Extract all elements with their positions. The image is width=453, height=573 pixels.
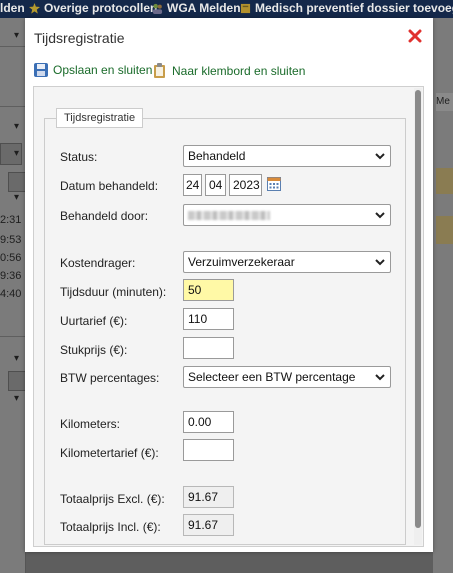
- chevron-down-icon: ▾: [14, 121, 20, 132]
- kilometertarief-label: Kilometertarief (€):: [60, 446, 159, 460]
- fieldset-legend: Tijdsregistratie: [56, 108, 144, 128]
- background-top-menu: lden Overige protocollen WGA Melden Medi…: [0, 0, 453, 18]
- copy-to-clipboard-label: Naar klembord en sluiten: [172, 63, 306, 78]
- datum-behandeld-label: Datum behandeld:: [60, 179, 159, 193]
- people-icon: [152, 3, 163, 14]
- save-and-close-label: Opslaan en sluiten: [53, 63, 153, 77]
- kostendrager-select[interactable]: Verzuimverzekeraar: [183, 251, 391, 273]
- kostendrager-value: Verzuimverzekeraar: [188, 255, 295, 269]
- search-icon: [8, 172, 26, 192]
- background-column-header: Me: [436, 93, 453, 111]
- chevron-down-icon: ▾: [14, 393, 20, 404]
- tijdsduur-label: Tijdsduur (minuten):: [60, 285, 167, 299]
- totaalprijs-incl-label: Totaalprijs Incl. (€):: [60, 520, 161, 534]
- behandeld-door-label: Behandeld door:: [60, 209, 149, 223]
- vertical-scrollbar[interactable]: [414, 88, 422, 545]
- clipboard-icon: [154, 63, 165, 78]
- dialog-title: Tijdsregistratie: [34, 30, 125, 46]
- background-left-panel: ▾ ▾ ▾ ▾ 2:31 9:53 0:56 9:36 4:40 ▾ ▾: [0, 18, 26, 573]
- kilometers-label: Kilometers:: [60, 417, 121, 431]
- time-cell: 9:53: [0, 234, 22, 246]
- redacted-name: [188, 211, 270, 220]
- save-and-close-button[interactable]: Opslaan en sluiten: [33, 62, 152, 78]
- kilometers-input[interactable]: 0.00: [183, 411, 234, 433]
- status-value: Behandeld: [188, 149, 246, 163]
- highlighted-row: [436, 168, 453, 194]
- date-month-input[interactable]: 04: [205, 174, 226, 196]
- uurtarief-input[interactable]: 110: [183, 308, 234, 330]
- chevron-down-icon: [375, 212, 385, 219]
- close-icon[interactable]: [405, 26, 425, 46]
- floppy-disk-icon: [34, 63, 48, 77]
- btw-percentage-select[interactable]: Selecteer een BTW percentage: [183, 366, 391, 388]
- date-year-input[interactable]: 2023: [229, 174, 262, 196]
- chevron-down-icon: [375, 153, 385, 160]
- totaalprijs-excl-label: Totaalprijs Excl. (€):: [60, 492, 165, 506]
- time-cell: 0:56: [0, 252, 22, 264]
- stukprijs-input[interactable]: [183, 337, 234, 359]
- close-x-icon: [408, 29, 422, 43]
- kilometertarief-input[interactable]: [183, 439, 234, 461]
- totaalprijs-incl-value: 91.67: [183, 514, 234, 536]
- tijdsregistratie-fieldset: Tijdsregistratie Status: Behandeld Datum…: [44, 108, 406, 545]
- totaalprijs-excl-value: 91.67: [183, 486, 234, 508]
- stukprijs-label: Stukprijs (€):: [60, 343, 128, 357]
- chevron-down-icon: [375, 374, 385, 381]
- btw-percentages-label: BTW percentages:: [60, 371, 160, 385]
- btw-percentage-value: Selecteer een BTW percentage: [188, 370, 356, 384]
- tijdsregistratie-dialog: Tijdsregistratie Opslaan en sluiten Naar…: [25, 18, 433, 552]
- menu-item-overige-protocollen: Overige protocollen: [29, 1, 157, 15]
- chevron-down-icon: ▾: [14, 192, 20, 203]
- menu-item-melden: lden: [0, 1, 25, 15]
- status-select[interactable]: Behandeld: [183, 145, 391, 167]
- tijdsduur-input[interactable]: 50: [183, 279, 234, 301]
- search-icon: [8, 371, 26, 391]
- highlighted-row: [436, 216, 453, 244]
- calendar-icon[interactable]: [267, 177, 281, 191]
- behandeld-door-select[interactable]: [183, 204, 391, 226]
- star-icon: [29, 2, 40, 14]
- time-cell: 9:36: [0, 270, 22, 282]
- document-icon: [240, 3, 251, 13]
- dialog-content: Tijdsregistratie Status: Behandeld Datum…: [33, 86, 424, 547]
- time-cell: 4:40: [0, 288, 22, 300]
- date-day-input[interactable]: 24: [183, 174, 202, 196]
- uurtarief-label: Uurtarief (€):: [60, 314, 128, 328]
- status-label: Status:: [60, 150, 98, 164]
- menu-item-medisch-preventief: Medisch preventief dossier toevoegen: [240, 1, 453, 15]
- chevron-down-icon: ▾: [14, 30, 20, 41]
- chevron-down-icon: ▾: [14, 148, 20, 159]
- time-cell: 2:31: [0, 214, 22, 226]
- chevron-down-icon: ▾: [14, 353, 20, 364]
- copy-to-clipboard-and-close-button[interactable]: Naar klembord en sluiten: [152, 62, 305, 79]
- menu-item-wga-melden: WGA Melden: [152, 1, 241, 15]
- kostendrager-label: Kostendrager:: [60, 256, 136, 270]
- scrollbar-thumb[interactable]: [415, 90, 421, 528]
- chevron-down-icon: [375, 259, 385, 266]
